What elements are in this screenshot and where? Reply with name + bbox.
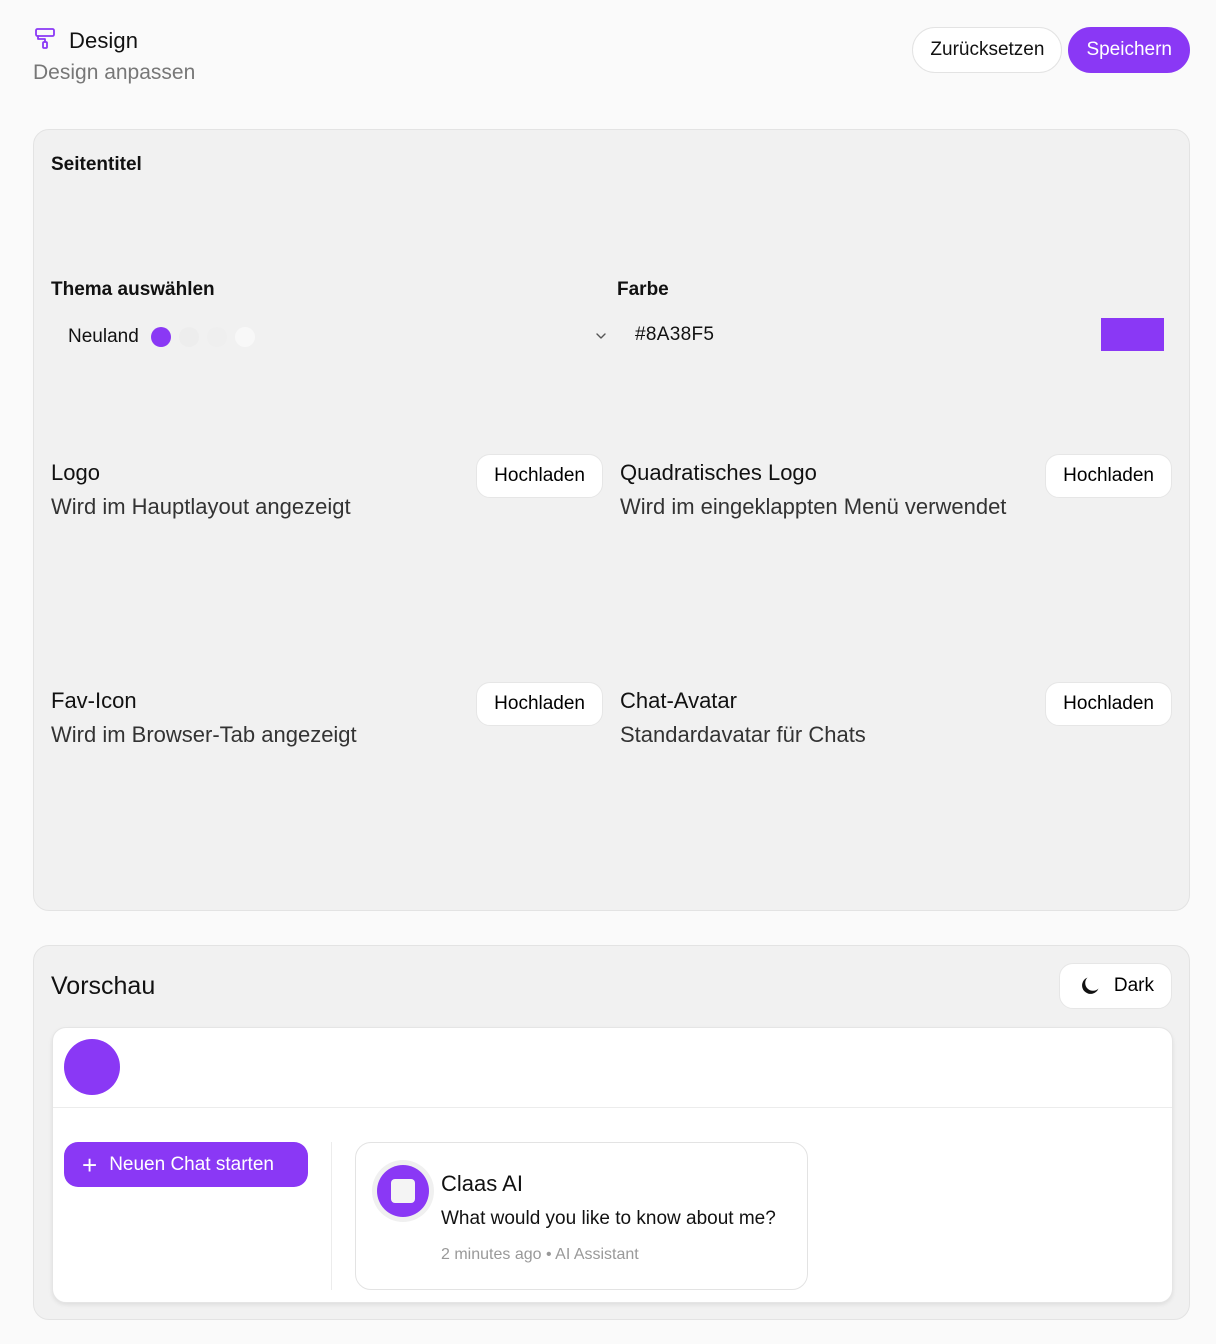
chevron-down-icon	[596, 333, 606, 339]
upload-logo: Logo Wird im Hauptlayout angezeigt Hochl…	[51, 454, 603, 540]
save-button[interactable]: Speichern	[1068, 27, 1190, 73]
paint-roller-icon	[33, 26, 57, 55]
upload-favicon: Fav-Icon Wird im Browser-Tab angezeigt H…	[51, 682, 603, 768]
reset-button[interactable]: Zurücksetzen	[912, 27, 1063, 73]
theme-swatch-background	[234, 327, 255, 347]
upload-chat-avatar-button[interactable]: Hochladen	[1045, 682, 1172, 726]
theme-swatch-tertiary	[206, 327, 227, 347]
color-label: Farbe	[617, 279, 669, 300]
theme-swatch-secondary	[178, 327, 199, 347]
new-chat-label: Neuen Chat starten	[109, 1153, 274, 1175]
chat-role: AI Assistant	[555, 1246, 639, 1263]
theme-select[interactable]: Neuland	[68, 320, 606, 354]
upload-logo-description: Wird im Hauptlayout angezeigt	[51, 494, 351, 519]
color-hex-input[interactable]: #8A38F5	[635, 324, 714, 346]
upload-chat-avatar: Chat-Avatar Standardavatar für Chats Hoc…	[620, 682, 1172, 768]
upload-logo-button[interactable]: Hochladen	[476, 454, 603, 498]
moon-icon	[1081, 977, 1099, 994]
preview-frame: + Neuen Chat starten Claas AI What would…	[52, 1027, 1173, 1303]
color-picker-swatch[interactable]	[1101, 318, 1164, 351]
dark-mode-toggle[interactable]: Dark	[1058, 963, 1172, 1009]
design-settings-card: Seitentitel Thema auswählen Farbe Neulan…	[33, 129, 1190, 911]
preview-topbar	[53, 1028, 1172, 1108]
upload-square-logo: Quadratisches Logo Wird im eingeklappten…	[620, 454, 1172, 540]
upload-favicon-description: Wird im Browser-Tab angezeigt	[51, 722, 357, 747]
upload-chat-avatar-description: Standardavatar für Chats	[620, 722, 866, 747]
sidebar-divider	[331, 1142, 332, 1290]
page-title: Design	[69, 27, 139, 53]
chat-meta: 2 minutes ago • AI Assistant	[441, 1246, 639, 1264]
upload-square-logo-button[interactable]: Hochladen	[1045, 454, 1172, 498]
upload-logo-title: Logo	[51, 460, 100, 485]
chat-message: What would you like to know about me?	[441, 1208, 776, 1229]
theme-label: Thema auswählen	[51, 279, 215, 300]
preview-card: Vorschau Dark + Neuen Chat starten Claas…	[33, 945, 1190, 1320]
chat-preview-card[interactable]: Claas AI What would you like to know abo…	[355, 1142, 808, 1290]
dark-mode-label: Dark	[1113, 975, 1154, 996]
header-actions: Zurücksetzen Speichern	[912, 27, 1190, 73]
upload-square-logo-title: Quadratisches Logo	[620, 460, 817, 485]
upload-square-logo-description: Wird im eingeklappten Menü verwendet	[620, 494, 1007, 519]
chat-timestamp: 2 minutes ago	[441, 1246, 542, 1263]
upload-chat-avatar-title: Chat-Avatar	[620, 688, 737, 713]
site-title-label: Seitentitel	[51, 154, 142, 175]
chat-avatar	[372, 1160, 434, 1222]
chat-meta-separator: •	[545, 1246, 552, 1263]
theme-swatch-primary	[150, 327, 171, 347]
upload-favicon-button[interactable]: Hochladen	[476, 682, 603, 726]
preview-title: Vorschau	[51, 972, 156, 1000]
new-chat-button[interactable]: + Neuen Chat starten	[64, 1142, 308, 1187]
chat-avatar-placeholder-icon	[391, 1179, 415, 1203]
preview-logo	[64, 1039, 120, 1095]
plus-icon: +	[82, 1149, 98, 1180]
chat-assistant-name: Claas AI	[441, 1171, 523, 1196]
theme-selected-value: Neuland	[68, 326, 139, 347]
chat-avatar-inner	[377, 1165, 429, 1217]
upload-favicon-title: Fav-Icon	[51, 688, 137, 713]
page-subtitle: Design anpassen	[33, 61, 196, 84]
page-header: Design Design anpassen Zurücksetzen Spei…	[33, 26, 1190, 88]
